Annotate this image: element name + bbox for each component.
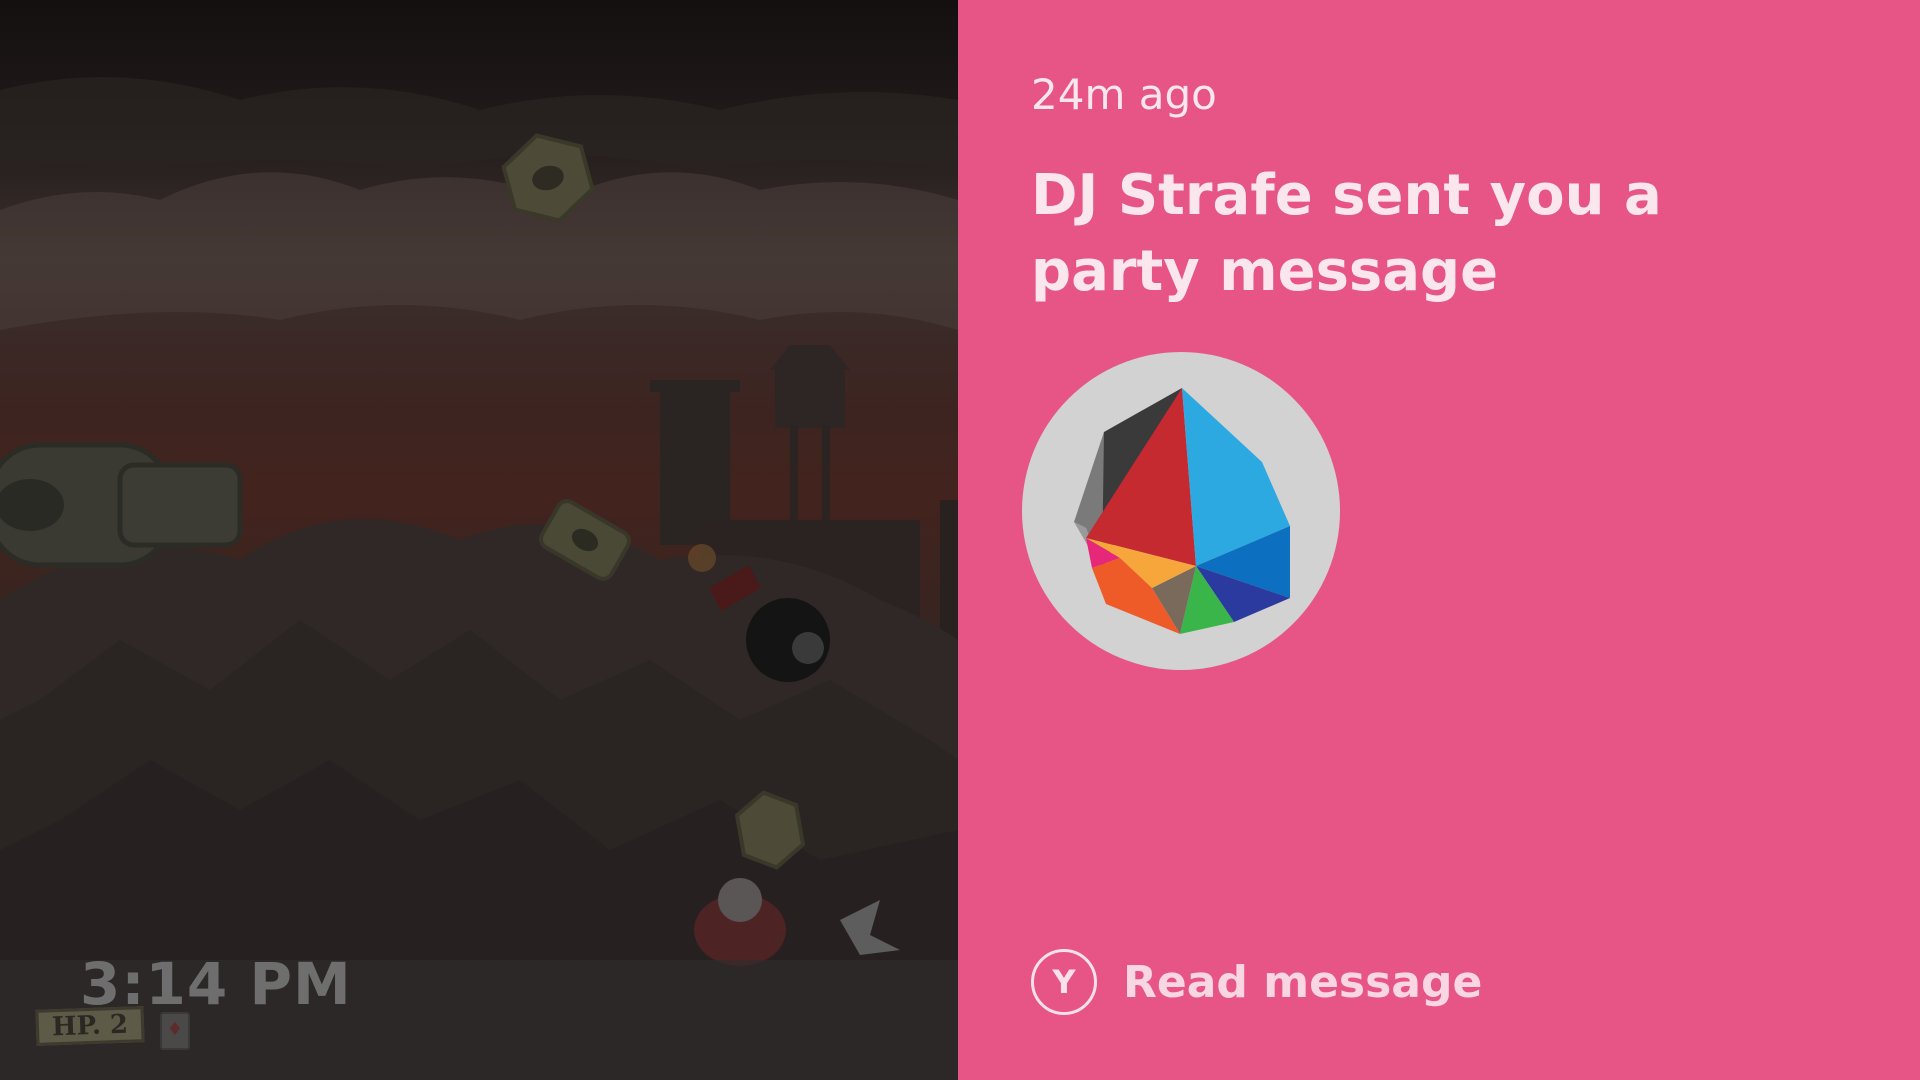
read-message-label[interactable]: Read message [1123,957,1482,1008]
screen: 3:14 PM HP. 2 ♦ 24m ago DJ Strafe sent y… [0,0,1920,1080]
read-message-action[interactable]: Y Read message [1031,946,1482,1018]
notification-panel: 24m ago DJ Strafe sent you a party messa… [958,0,1920,1080]
game-background: 3:14 PM HP. 2 ♦ [0,0,958,1080]
notification-title: DJ Strafe sent you a party message [1031,163,1662,304]
notification-timestamp: 24m ago [1031,70,1217,119]
game-scene-art [0,77,958,1080]
y-button-icon[interactable]: Y [1031,949,1097,1015]
gamerpic-crystal-icon [1074,388,1290,634]
hp-indicator: HP. 2 [35,1006,145,1046]
gamerpic-avatar [1022,352,1340,670]
card-suit-icon: ♦ [160,1012,190,1050]
